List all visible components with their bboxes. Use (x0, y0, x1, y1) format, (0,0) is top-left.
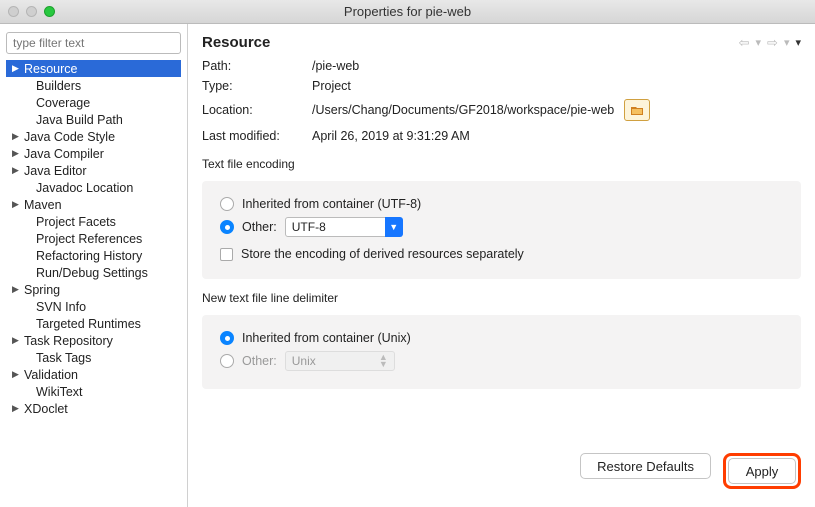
apply-button[interactable]: Apply (728, 458, 796, 484)
sidebar-item-label: Validation (24, 368, 78, 382)
sidebar-item-builders[interactable]: Builders (6, 77, 181, 94)
type-label: Type: (202, 79, 312, 93)
sidebar-item-task-repository[interactable]: ▶Task Repository (6, 332, 181, 349)
sidebar-item-task-tags[interactable]: Task Tags (6, 349, 181, 366)
encoding-select[interactable]: UTF-8 (285, 217, 395, 237)
store-derived-label: Store the encoding of derived resources … (241, 247, 524, 261)
sidebar-item-label: Java Code Style (24, 130, 115, 144)
expand-arrow-icon: ▶ (12, 148, 22, 159)
path-label: Path: (202, 59, 312, 73)
sidebar-item-spring[interactable]: ▶Spring (6, 281, 181, 298)
window-title: Properties for pie-web (0, 4, 815, 19)
sidebar-item-java-compiler[interactable]: ▶Java Compiler (6, 145, 181, 162)
location-label: Location: (202, 103, 312, 117)
expand-arrow-icon: ▶ (12, 165, 22, 176)
sidebar-item-label: Javadoc Location (36, 181, 133, 195)
sidebar-item-project-facets[interactable]: Project Facets (6, 213, 181, 230)
back-icon[interactable]: ⇦ (739, 35, 750, 51)
sidebar-item-label: Project Facets (36, 215, 116, 229)
sidebar-item-label: Refactoring History (36, 249, 142, 263)
sidebar-item-label: Java Editor (24, 164, 87, 178)
expand-arrow-icon: ▶ (12, 284, 22, 295)
type-value: Project (312, 79, 351, 93)
sidebar-item-wikitext[interactable]: WikiText (6, 383, 181, 400)
sidebar-item-label: Spring (24, 283, 60, 297)
expand-arrow-icon: ▶ (12, 199, 22, 210)
page-menu-icon[interactable]: ▾ (795, 36, 801, 49)
sidebar-item-java-build-path[interactable]: Java Build Path (6, 111, 181, 128)
delimiter-inherited-label: Inherited from container (Unix) (242, 331, 411, 345)
restore-defaults-button[interactable]: Restore Defaults (580, 453, 711, 479)
location-value: /Users/Chang/Documents/GF2018/workspace/… (312, 103, 614, 117)
sidebar-item-label: Task Tags (36, 351, 91, 365)
sidebar-item-label: Task Repository (24, 334, 113, 348)
sidebar-item-label: Maven (24, 198, 62, 212)
forward-icon[interactable]: ⇨ (767, 35, 778, 51)
sidebar: ▶ResourceBuildersCoverageJava Build Path… (0, 24, 188, 507)
sidebar-item-refactoring-history[interactable]: Refactoring History (6, 247, 181, 264)
sidebar-item-label: Project References (36, 232, 142, 246)
sidebar-item-label: Java Compiler (24, 147, 104, 161)
encoding-group: Inherited from container (UTF-8) Other: … (202, 181, 801, 279)
lastmod-value: April 26, 2019 at 9:31:29 AM (312, 129, 470, 143)
sidebar-item-xdoclet[interactable]: ▶XDoclet (6, 400, 181, 417)
expand-arrow-icon: ▶ (12, 335, 22, 346)
sidebar-item-label: Coverage (36, 96, 90, 110)
show-in-finder-button[interactable] (624, 99, 650, 121)
sidebar-item-label: Resource (24, 62, 78, 76)
encoding-inherited-label: Inherited from container (UTF-8) (242, 197, 421, 211)
path-value: /pie-web (312, 59, 359, 73)
sidebar-item-label: XDoclet (24, 402, 68, 416)
delimiter-select: Unix ▲▼ (285, 351, 395, 371)
sidebar-item-coverage[interactable]: Coverage (6, 94, 181, 111)
expand-arrow-icon: ▶ (12, 403, 22, 414)
sidebar-item-label: SVN Info (36, 300, 86, 314)
titlebar: Properties for pie-web (0, 0, 815, 24)
delimiter-other-radio[interactable] (220, 354, 234, 368)
delimiter-group-title: New text file line delimiter (202, 289, 815, 305)
chevron-down-icon[interactable]: ▼ (385, 217, 403, 237)
category-tree: ▶ResourceBuildersCoverageJava Build Path… (6, 60, 181, 417)
main-panel: Resource ⇦ ▾ ⇨ ▾ ▾ Path: /pie-web Type: … (188, 24, 815, 507)
sidebar-item-project-references[interactable]: Project References (6, 230, 181, 247)
sidebar-item-label: Run/Debug Settings (36, 266, 148, 280)
delimiter-inherited-radio[interactable] (220, 331, 234, 345)
delimiter-group: Inherited from container (Unix) Other: U… (202, 315, 801, 389)
sidebar-item-targeted-runtimes[interactable]: Targeted Runtimes (6, 315, 181, 332)
sidebar-item-maven[interactable]: ▶Maven (6, 196, 181, 213)
encoding-other-label: Other: (242, 220, 277, 234)
page-heading: Resource (202, 34, 270, 51)
sidebar-item-resource[interactable]: ▶Resource (6, 60, 181, 77)
sidebar-item-svn-info[interactable]: SVN Info (6, 298, 181, 315)
expand-arrow-icon: ▶ (12, 131, 22, 142)
sidebar-item-java-code-style[interactable]: ▶Java Code Style (6, 128, 181, 145)
sidebar-item-run-debug-settings[interactable]: Run/Debug Settings (6, 264, 181, 281)
store-derived-checkbox[interactable] (220, 248, 233, 261)
sidebar-item-label: Builders (36, 79, 81, 93)
sidebar-item-label: WikiText (36, 385, 83, 399)
delimiter-other-label: Other: (242, 354, 277, 368)
lastmod-label: Last modified: (202, 129, 312, 143)
sidebar-item-validation[interactable]: ▶Validation (6, 366, 181, 383)
encoding-other-radio[interactable] (220, 220, 234, 234)
encoding-inherited-radio[interactable] (220, 197, 234, 211)
updown-icon: ▲▼ (379, 354, 388, 368)
sidebar-item-label: Targeted Runtimes (36, 317, 141, 331)
sidebar-item-javadoc-location[interactable]: Javadoc Location (6, 179, 181, 196)
expand-arrow-icon: ▶ (12, 369, 22, 380)
filter-input[interactable] (6, 32, 181, 54)
expand-arrow-icon: ▶ (12, 63, 22, 74)
sidebar-item-java-editor[interactable]: ▶Java Editor (6, 162, 181, 179)
encoding-group-title: Text file encoding (202, 155, 815, 171)
page-nav: ⇦ ▾ ⇨ ▾ ▾ (739, 35, 801, 51)
sidebar-item-label: Java Build Path (36, 113, 123, 127)
apply-highlight: Apply (723, 453, 801, 489)
